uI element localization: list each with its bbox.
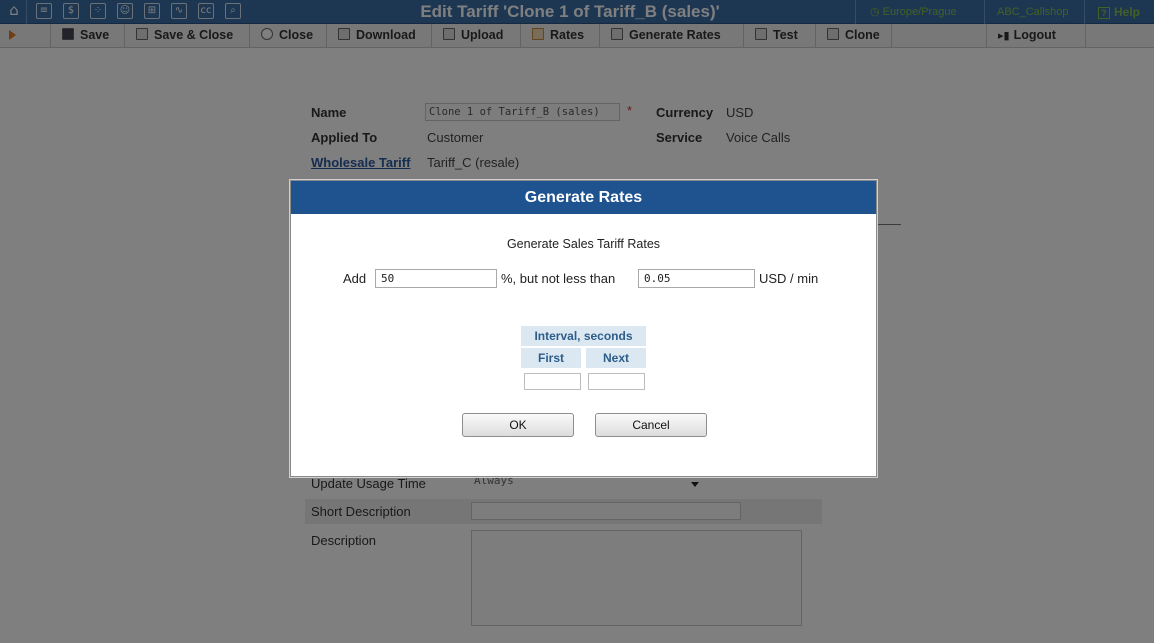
interval-next-input[interactable] [588, 373, 645, 390]
unit-label: USD / min [759, 271, 819, 286]
min-rate-input[interactable]: 0.05 [638, 269, 755, 288]
add-percent-input[interactable]: 50 [375, 269, 497, 288]
interval-first-input[interactable] [524, 373, 581, 390]
interval-header: Interval, seconds [521, 326, 646, 346]
dialog-title: Generate Rates [291, 181, 876, 214]
interval-first-header: First [521, 348, 581, 368]
interval-next-header: Next [586, 348, 646, 368]
cancel-button[interactable]: Cancel [595, 413, 707, 437]
add-label: Add [343, 271, 367, 286]
dialog-subtitle: Generate Sales Tariff Rates [506, 237, 661, 251]
generate-rates-dialog: Generate Rates Generate Sales Tariff Rat… [290, 180, 877, 477]
ok-button[interactable]: OK [462, 413, 574, 437]
not-less-than-label: %, but not less than [501, 271, 616, 286]
